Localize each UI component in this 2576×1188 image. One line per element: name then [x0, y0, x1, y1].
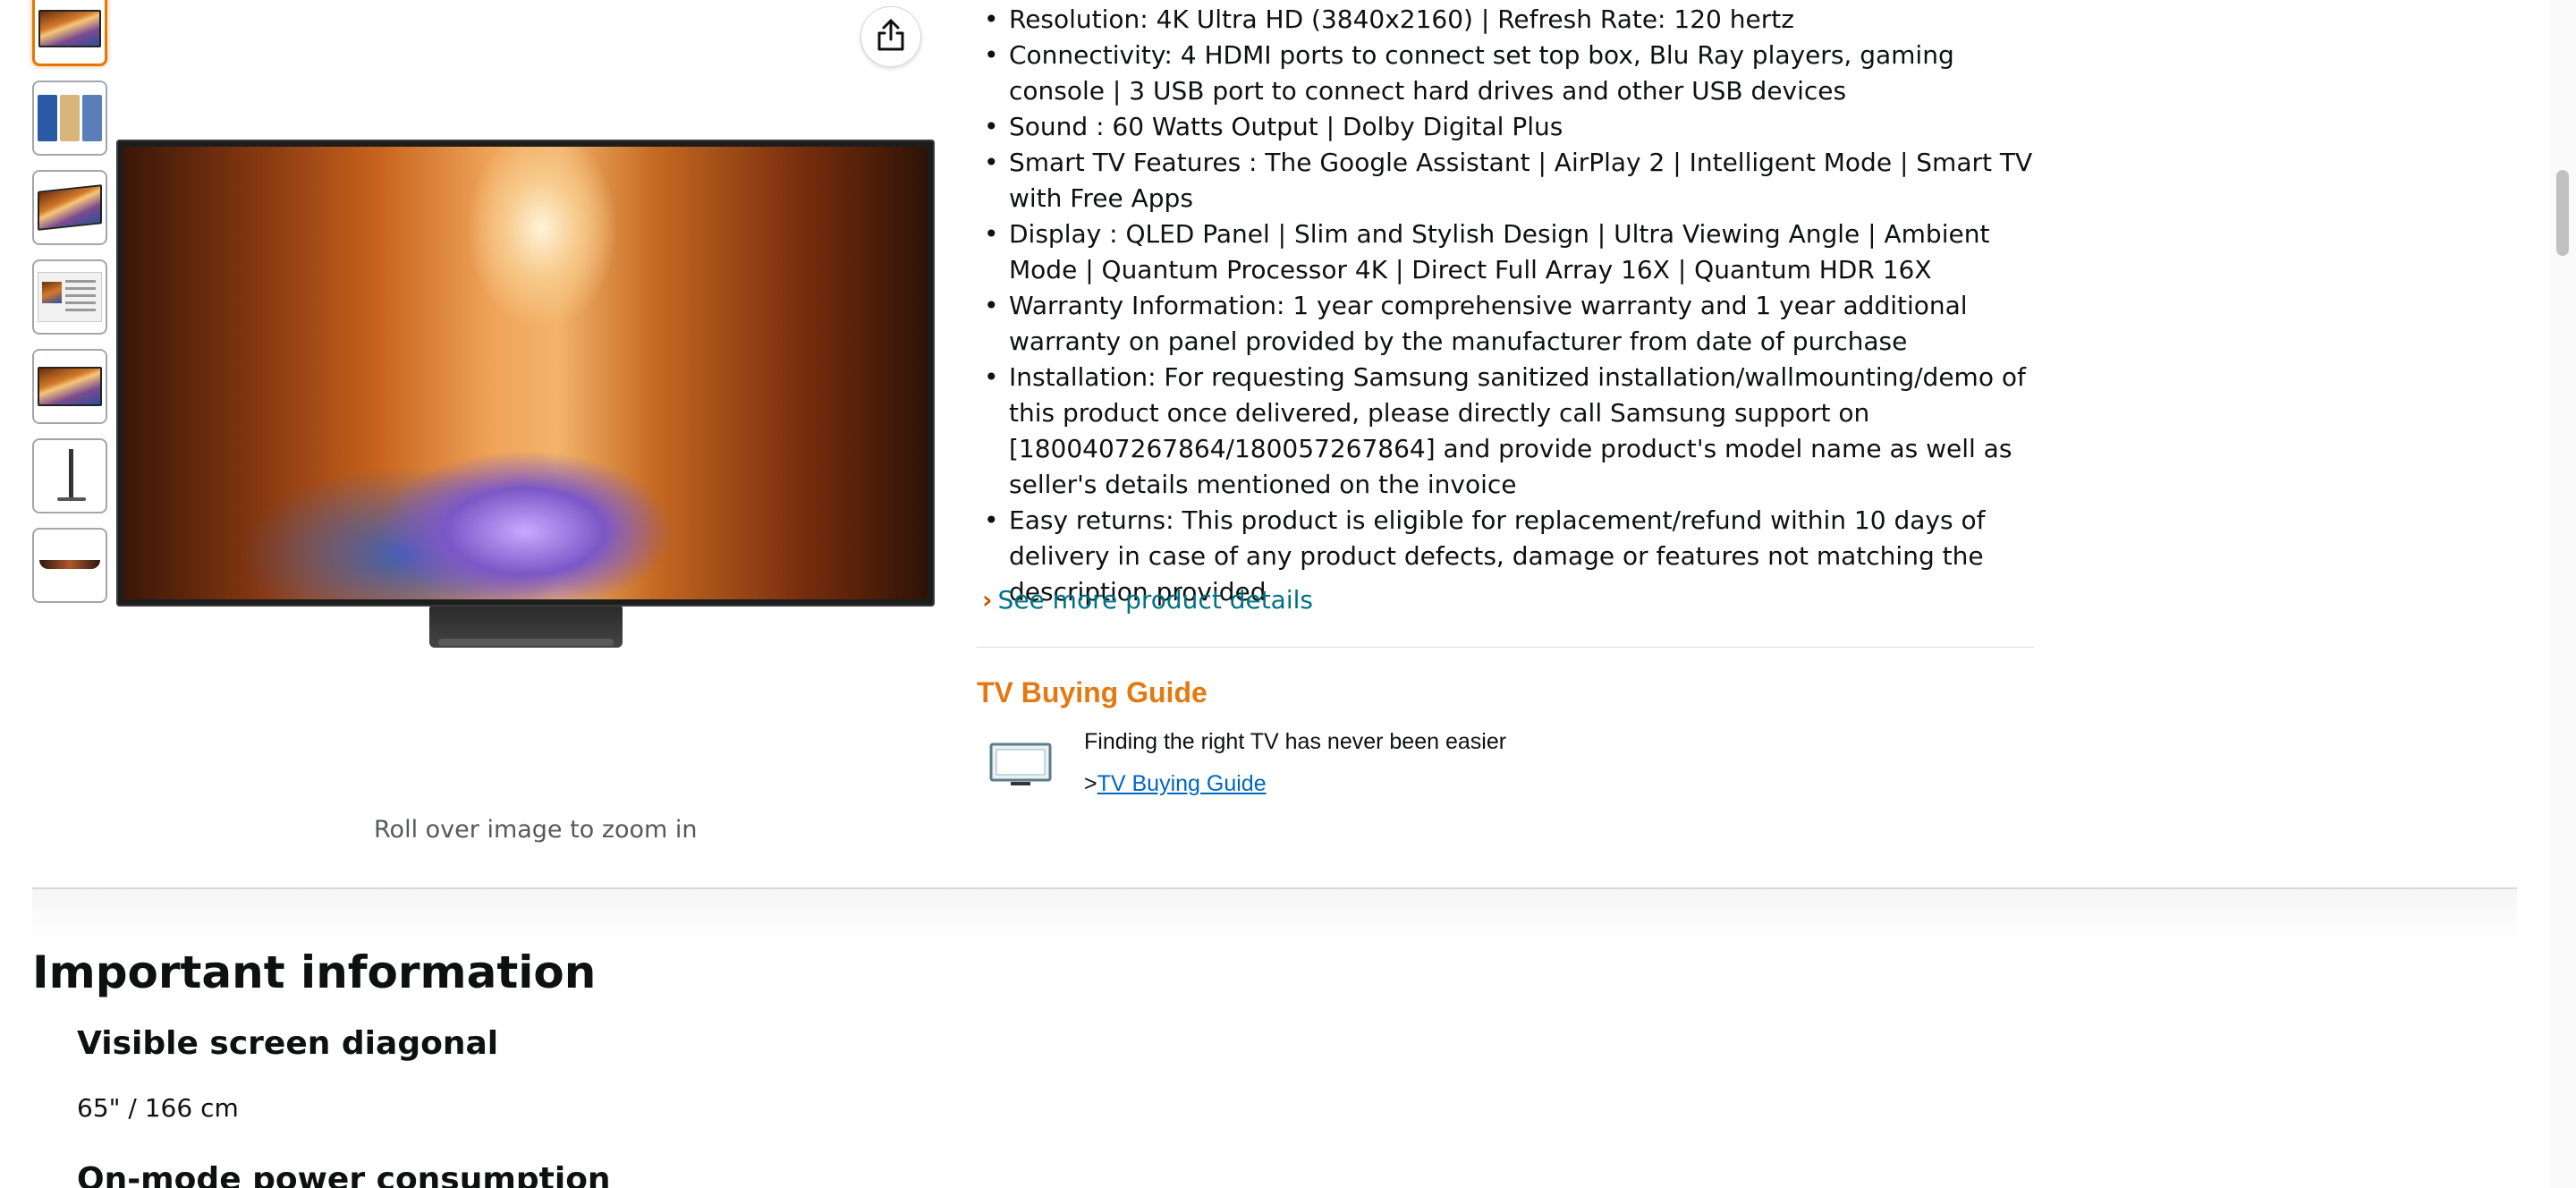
- section-shadow: [32, 889, 2517, 943]
- zoom-hint: Roll over image to zoom in: [374, 816, 698, 844]
- tv-guide-title: TV Buying Guide: [977, 676, 1208, 709]
- main-product-image[interactable]: [116, 140, 935, 648]
- bullet-item: Display : QLED Panel | Slim and Stylish …: [980, 216, 2036, 288]
- chevron-right-icon: ›: [982, 585, 993, 615]
- tv-screen-image: [123, 147, 928, 599]
- info-section-title: Visible screen diagonal: [77, 1025, 499, 1062]
- see-more-details-link[interactable]: › See more product details: [982, 582, 1313, 618]
- share-button[interactable]: [860, 6, 921, 67]
- page-scrollbar[interactable]: [2551, 0, 2576, 1188]
- thumb-front-view[interactable]: [32, 0, 107, 66]
- share-icon: [876, 18, 906, 55]
- tv-guide-link[interactable]: TV Buying Guide: [1097, 771, 1267, 796]
- thumb-spec-sheet[interactable]: [32, 259, 107, 335]
- bullet-item: Installation: For requesting Samsung san…: [980, 360, 2036, 503]
- bullet-item: Sound : 60 Watts Output | Dolby Digital …: [980, 109, 2036, 145]
- info-section-value: 65" / 166 cm: [77, 1093, 239, 1123]
- thumb-angle-view[interactable]: [32, 170, 107, 245]
- bullet-item: Resolution: 4K Ultra HD (3840x2160) | Re…: [980, 2, 2036, 38]
- thumb-top-view[interactable]: [32, 528, 107, 603]
- tv-guide-link-row: >TV Buying Guide: [1084, 771, 1267, 797]
- tv-stand-image: [429, 607, 623, 648]
- thumb-side-profile[interactable]: [32, 438, 107, 513]
- bullet-item: Connectivity: 4 HDMI ports to connect se…: [980, 38, 2036, 109]
- see-more-label: See more product details: [997, 585, 1313, 615]
- bullet-item: Smart TV Features : The Google Assistant…: [980, 145, 2036, 216]
- product-page: Roll over image to zoom in Resolution: 4…: [0, 0, 2576, 1188]
- bullet-item: Warranty Information: 1 year comprehensi…: [980, 288, 2036, 360]
- link-prefix: >: [1084, 771, 1097, 796]
- tv-icon: [989, 742, 1052, 789]
- tv-guide-description: Finding the right TV has never been easi…: [1084, 729, 1507, 754]
- scrollbar-thumb[interactable]: [2556, 170, 2569, 256]
- thumbnail-strip: [32, 0, 107, 617]
- important-info-heading: Important information: [32, 946, 597, 998]
- info-section-title: On-mode power consumption: [77, 1161, 611, 1188]
- thumb-collage[interactable]: [32, 81, 107, 156]
- divider: [977, 647, 2034, 648]
- tv-image-frame: [116, 140, 935, 607]
- thumb-front-view-2[interactable]: [32, 349, 107, 424]
- feature-bullets: Resolution: 4K Ultra HD (3840x2160) | Re…: [980, 2, 2036, 610]
